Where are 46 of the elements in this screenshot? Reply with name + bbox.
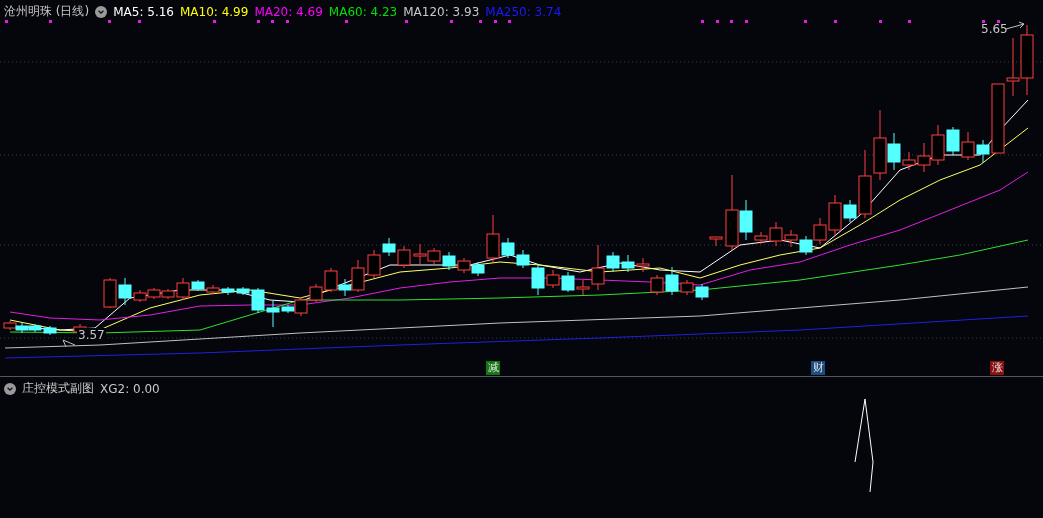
candlestick bbox=[103, 277, 117, 309]
candlestick bbox=[784, 229, 798, 248]
low-price-label: 3.57 bbox=[77, 328, 106, 342]
candlestick bbox=[961, 131, 975, 161]
candlestick bbox=[636, 257, 650, 273]
moving-average-label: MA250: 3.74 bbox=[485, 4, 562, 19]
candlestick bbox=[946, 126, 960, 156]
candlestick bbox=[931, 124, 945, 166]
moving-average-label: MA120: 3.93 bbox=[403, 4, 480, 19]
candlestick bbox=[457, 257, 471, 274]
candlestick bbox=[147, 287, 161, 300]
candlestick bbox=[43, 325, 57, 336]
candlestick bbox=[561, 271, 575, 293]
candlestick bbox=[709, 236, 723, 247]
candlestick bbox=[1020, 24, 1034, 96]
candlestick bbox=[206, 284, 220, 295]
candlestick bbox=[221, 286, 235, 296]
candlestick bbox=[621, 254, 635, 273]
candlestick bbox=[799, 235, 813, 256]
signal-tag: 减 bbox=[486, 361, 500, 375]
indicator-title: 庄控模式副图 bbox=[22, 380, 94, 397]
candlestick bbox=[15, 321, 29, 334]
arrow-icon bbox=[62, 339, 76, 348]
stock-title: 沧州明珠 (日线) bbox=[4, 3, 90, 20]
indicator-value: XG2: 0.00 bbox=[100, 381, 160, 396]
candlestick bbox=[324, 267, 338, 293]
signal-tag: 财 bbox=[811, 361, 825, 375]
high-price-label: 5.65 bbox=[981, 22, 1008, 36]
candlestick bbox=[427, 247, 441, 265]
candlestick bbox=[3, 320, 17, 331]
candlestick bbox=[1006, 37, 1020, 97]
candlestick bbox=[413, 243, 427, 265]
moving-average-label: MA20: 4.69 bbox=[254, 4, 323, 19]
moving-average-label: MA5: 5.16 bbox=[113, 4, 174, 19]
candlestick bbox=[650, 274, 664, 296]
candlestick bbox=[442, 251, 456, 271]
moving-average-label: MA10: 4.99 bbox=[179, 4, 249, 19]
candlestick bbox=[397, 245, 411, 269]
arrow-icon bbox=[1005, 21, 1025, 30]
candlestick bbox=[309, 283, 323, 303]
candlestick bbox=[28, 323, 42, 333]
candlestick bbox=[695, 283, 709, 301]
moving-average-label: MA60: 4.23 bbox=[328, 4, 398, 19]
collapse-icon[interactable] bbox=[95, 5, 108, 18]
collapse-icon[interactable] bbox=[4, 382, 16, 395]
signal-tag: 涨 bbox=[990, 361, 1004, 375]
